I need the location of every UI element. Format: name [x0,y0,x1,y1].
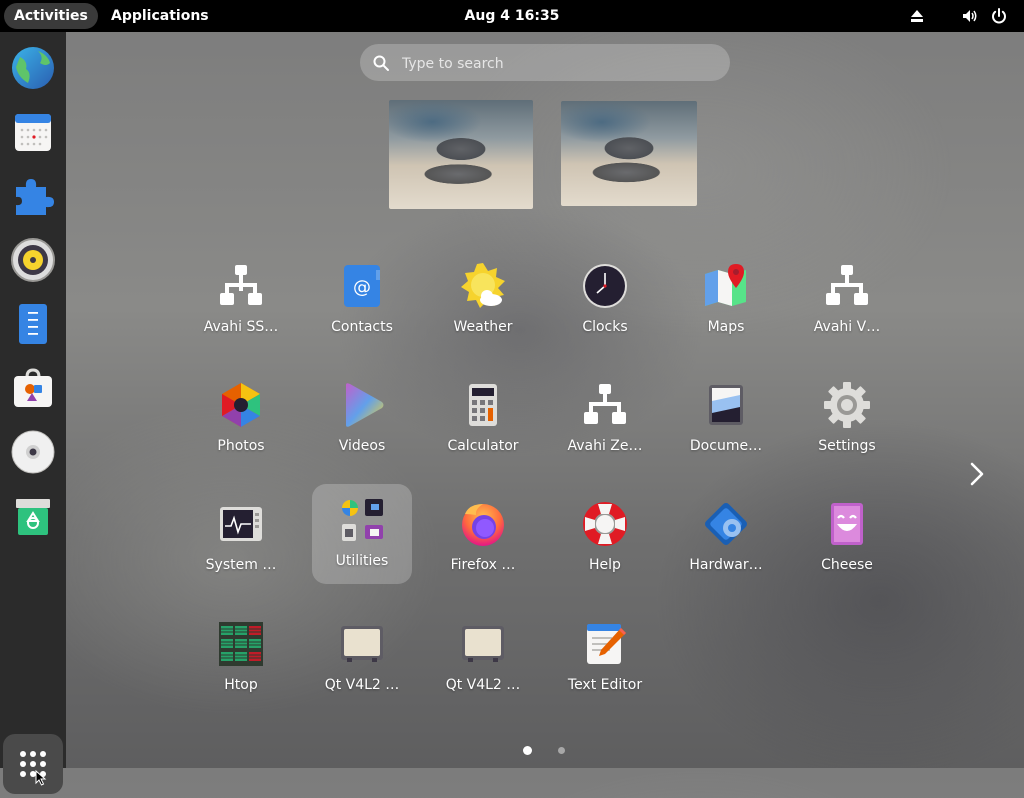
app-label: Contacts [331,319,393,335]
webcam-icon [341,626,383,662]
app-avahi-ssh[interactable]: Avahi SS… [191,250,291,350]
app-photos[interactable]: Photos [191,369,291,469]
text-document-icon[interactable] [8,299,58,349]
app-clocks[interactable]: Clocks [555,250,655,350]
extensions-icon[interactable] [8,171,58,221]
page-indicator-2[interactable] [558,747,565,754]
app-label: System … [205,557,277,573]
search-icon [373,55,389,71]
gear-icon [824,382,870,428]
app-system-monitor[interactable]: System … [191,488,291,588]
app-hardware[interactable]: Hardwar… [676,488,776,588]
network-icon [584,384,626,424]
top-bar: Activities Applications Aug 4 16:35 [0,0,1024,32]
app-label: Photos [217,438,265,454]
app-document-scanner[interactable]: Docume… [676,369,776,469]
app-avahi-vnc[interactable]: Avahi V… [797,250,897,350]
app-weather[interactable]: Weather [433,250,533,350]
network-icon [220,265,262,305]
next-page-arrow-icon[interactable] [962,458,992,490]
volume-icon[interactable] [961,7,979,25]
app-label: Qt V4L2 … [324,677,400,693]
lifebuoy-icon [583,502,627,546]
trash-icon[interactable] [8,491,58,541]
app-videos[interactable]: Videos [312,369,412,469]
app-settings[interactable]: Settings [797,369,897,469]
app-label: Maps [707,319,745,335]
workspace-2-thumbnail[interactable] [561,101,697,206]
app-text-editor[interactable]: Text Editor [555,608,655,708]
app-label: Avahi Ze… [567,438,643,454]
eject-icon[interactable] [908,7,926,25]
app-label: Settings [818,438,876,454]
system-monitor-icon [220,507,262,541]
app-label: Text Editor [567,677,643,693]
maps-icon [705,264,746,306]
app-label: Avahi V… [813,319,881,335]
app-help[interactable]: Help [555,488,655,588]
app-label: Videos [338,438,386,454]
app-label: Firefox … [450,557,516,573]
search-input[interactable] [400,44,724,83]
app-cheese[interactable]: Cheese [797,488,897,588]
contacts-icon: @ [344,265,380,307]
calculator-icon [469,384,497,426]
app-label: Htop [224,677,258,693]
photos-icon [222,383,260,427]
calendar-icon[interactable] [8,107,58,157]
app-label: Qt V4L2 … [445,677,521,693]
app-label: Utilities [335,553,389,569]
app-qt-v4l2-1[interactable]: Qt V4L2 … [312,608,412,708]
app-label: Avahi SS… [203,319,279,335]
network-icon [826,265,868,305]
grid-icon [20,751,47,786]
activities-button[interactable]: Activities [4,3,98,29]
software-store-icon[interactable] [8,363,58,413]
app-qt-v4l2-2[interactable]: Qt V4L2 … [433,608,533,708]
app-firefox[interactable]: Firefox … [433,488,533,588]
web-browser-icon[interactable] [8,43,58,93]
videos-icon [346,383,384,427]
app-calculator[interactable]: Calculator [433,369,533,469]
webcam-icon [462,626,504,662]
text-editor-icon [587,624,626,664]
cheese-icon [831,503,863,545]
app-folder-utilities[interactable]: Utilities [312,484,412,584]
app-maps[interactable]: Maps [676,250,776,350]
page-indicator-1[interactable] [523,746,532,755]
clock-label[interactable]: Aug 4 16:35 [465,8,560,24]
workspace-1-thumbnail[interactable] [389,100,533,209]
firefox-icon [462,504,504,546]
weather-icon [461,263,505,308]
power-icon[interactable] [990,7,1008,25]
app-label: Cheese [821,557,873,573]
app-label: Calculator [447,438,519,454]
show-apps-button[interactable] [3,734,63,794]
rhythmbox-icon[interactable] [8,235,58,285]
app-htop[interactable]: Htop [191,608,291,708]
app-label: Help [589,557,621,573]
disc-icon[interactable] [8,427,58,477]
svg-text:@: @ [353,277,371,298]
app-avahi-zeroconf[interactable]: Avahi Ze… [555,369,655,469]
app-label: Clocks [582,319,628,335]
document-scanner-icon [709,385,743,425]
folder-grid-icon [342,499,383,541]
app-label: Docume… [689,438,763,454]
clock-icon [583,264,627,308]
applications-button[interactable]: Applications [101,3,219,29]
htop-icon [219,622,263,666]
app-label: Weather [453,319,513,335]
app-contacts[interactable]: @ Contacts [312,250,412,350]
hardware-icon [705,503,747,545]
app-label: Hardwar… [689,557,763,573]
dock [0,32,66,794]
search-box[interactable] [360,44,730,83]
